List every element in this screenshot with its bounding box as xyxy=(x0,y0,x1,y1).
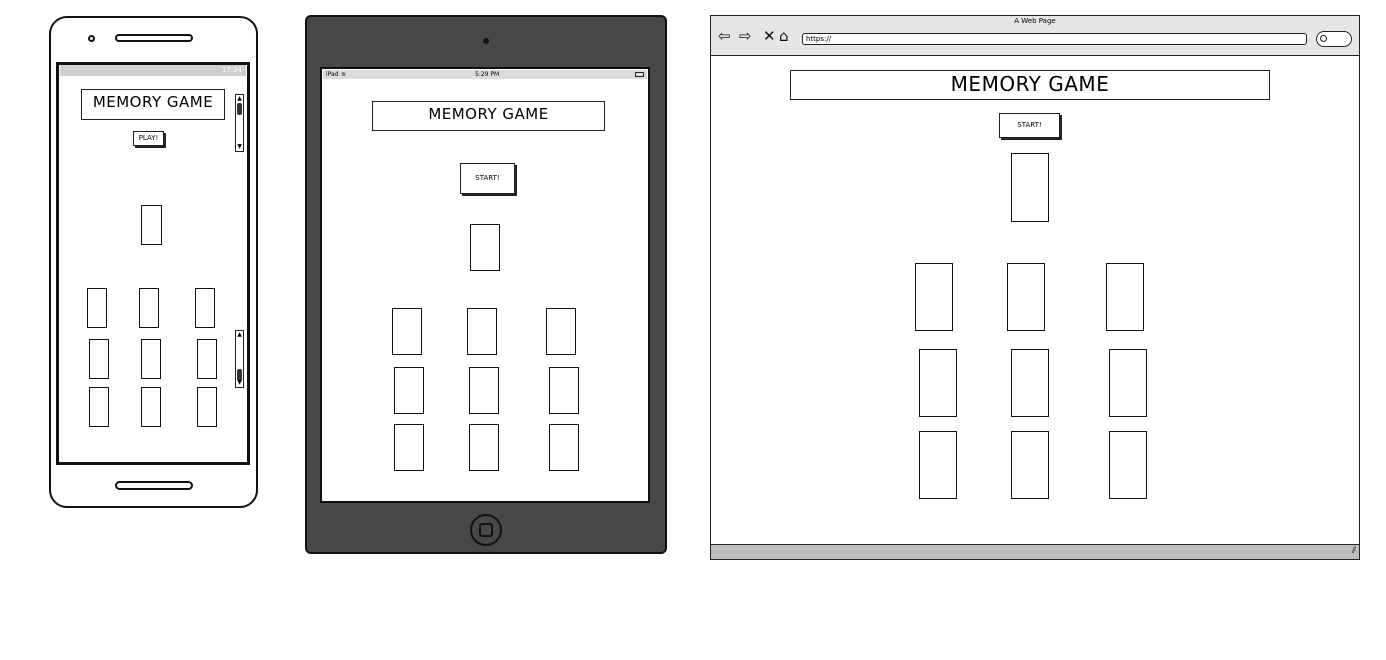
browser-card[interactable] xyxy=(1109,431,1147,499)
browser-card[interactable] xyxy=(1011,431,1049,499)
phone-speaker xyxy=(115,34,193,42)
back-arrow-icon[interactable]: ⇦ xyxy=(718,28,731,44)
browser-window-title: A Web Page xyxy=(1014,17,1056,25)
browser-status-bar: ⫽ xyxy=(711,544,1359,559)
forward-arrow-icon[interactable]: ⇨ xyxy=(739,28,752,44)
search-icon xyxy=(1320,35,1327,42)
wifi-icon: ≋ xyxy=(341,71,347,78)
tablet-card[interactable] xyxy=(546,308,576,355)
scroll-up-icon[interactable]: ▲ xyxy=(236,332,243,338)
tablet-card[interactable] xyxy=(469,367,499,414)
address-bar[interactable]: https:// xyxy=(802,33,1307,45)
phone-status-time: 17:24 xyxy=(221,66,242,74)
phone-card[interactable] xyxy=(141,339,161,379)
tablet-status-time: 5:29 PM xyxy=(475,71,500,78)
phone-card[interactable] xyxy=(197,387,217,427)
tablet-camera-icon xyxy=(483,38,489,44)
browser-selected-card[interactable] xyxy=(1011,153,1049,222)
phone-card[interactable] xyxy=(197,339,217,379)
home-square-icon xyxy=(479,523,493,537)
browser-card[interactable] xyxy=(915,263,953,331)
browser-start-button[interactable]: START! xyxy=(999,113,1060,138)
scroll-thumb[interactable] xyxy=(237,103,242,115)
tablet-card[interactable] xyxy=(394,424,424,471)
phone-card[interactable] xyxy=(87,288,107,328)
tablet-status-carrier: iPad xyxy=(326,71,339,78)
phone-scrollbar-bottom[interactable]: ▲ ▼ xyxy=(235,330,244,388)
browser-card[interactable] xyxy=(1109,349,1147,417)
phone-status-bar: 17:24 xyxy=(60,65,246,76)
tablet-card[interactable] xyxy=(469,424,499,471)
tablet-page-title: MEMORY GAME xyxy=(372,101,605,131)
phone-selected-card[interactable] xyxy=(141,205,162,245)
scroll-down-icon[interactable]: ▼ xyxy=(236,144,243,150)
battery-icon xyxy=(635,72,644,77)
browser-card[interactable] xyxy=(1106,263,1144,331)
phone-play-button[interactable]: PLAY! xyxy=(133,131,164,146)
phone-card[interactable] xyxy=(89,387,109,427)
tablet-status-bar: iPad ≋ 5:29 PM xyxy=(323,70,647,79)
scroll-up-icon[interactable]: ▲ xyxy=(236,96,243,102)
phone-card[interactable] xyxy=(141,387,161,427)
tablet-start-button[interactable]: START! xyxy=(460,163,515,194)
phone-card[interactable] xyxy=(195,288,215,328)
phone-home-bar xyxy=(115,481,193,490)
resize-grip-icon[interactable]: ⫽ xyxy=(1352,545,1356,558)
tablet-card[interactable] xyxy=(549,424,579,471)
close-icon[interactable]: ✕ xyxy=(763,28,776,44)
phone-page-title: MEMORY GAME xyxy=(81,89,225,120)
tablet-card[interactable] xyxy=(392,308,422,355)
browser-page-title: MEMORY GAME xyxy=(790,70,1270,100)
browser-card[interactable] xyxy=(919,431,957,499)
browser-card[interactable] xyxy=(1011,349,1049,417)
phone-camera-icon xyxy=(88,35,95,42)
phone-card[interactable] xyxy=(89,339,109,379)
tablet-card[interactable] xyxy=(467,308,497,355)
browser-card[interactable] xyxy=(1007,263,1045,331)
browser-card[interactable] xyxy=(919,349,957,417)
tablet-card[interactable] xyxy=(394,367,424,414)
phone-card[interactable] xyxy=(139,288,159,328)
tablet-card[interactable] xyxy=(549,367,579,414)
tablet-selected-card[interactable] xyxy=(470,224,500,271)
home-icon[interactable]: ⌂ xyxy=(779,28,789,44)
phone-scrollbar-top[interactable]: ▲ ▼ xyxy=(235,94,244,152)
scroll-down-icon[interactable]: ▼ xyxy=(236,380,243,386)
